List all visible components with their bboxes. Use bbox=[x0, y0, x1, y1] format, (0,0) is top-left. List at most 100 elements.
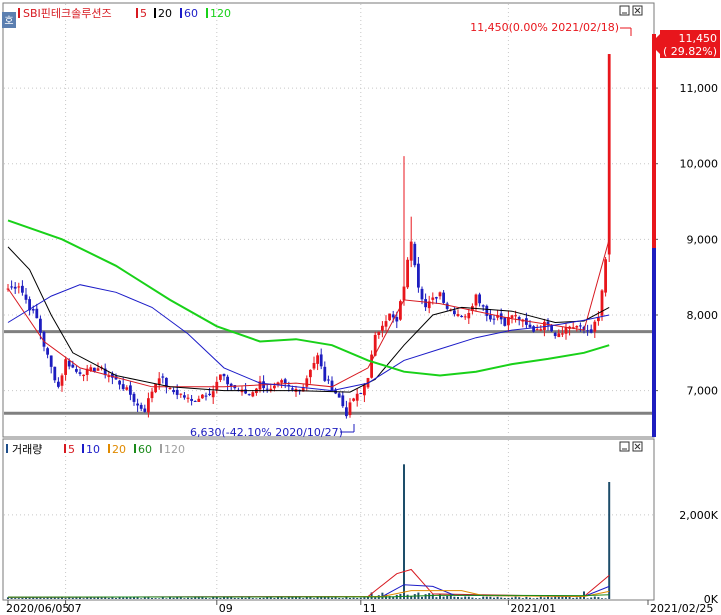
volume-bar bbox=[169, 597, 171, 599]
candle-body bbox=[291, 388, 294, 390]
candle-body bbox=[330, 380, 334, 391]
volume-legend-item-20: 20 bbox=[112, 443, 126, 456]
candle-body bbox=[204, 395, 208, 397]
volume-bar bbox=[536, 597, 539, 599]
candle-body bbox=[409, 241, 413, 261]
volume-bar bbox=[277, 597, 279, 599]
volume-bar bbox=[223, 597, 225, 599]
candle-body bbox=[492, 318, 496, 320]
candle-body bbox=[118, 380, 121, 385]
volume-bar bbox=[410, 596, 413, 599]
legend-swatch bbox=[160, 444, 162, 453]
volume-bar bbox=[313, 598, 315, 599]
volume-bar bbox=[215, 597, 218, 599]
candle-body bbox=[172, 390, 175, 393]
volume-bar bbox=[205, 597, 207, 599]
candle-body bbox=[381, 325, 384, 331]
price-panel-minimize-button[interactable] bbox=[619, 5, 630, 16]
date-tick-label: 09 bbox=[219, 602, 233, 615]
candle-body bbox=[460, 316, 463, 318]
price-tick-label: 10,000 bbox=[680, 158, 719, 171]
volume-bar bbox=[93, 597, 96, 599]
volume-bar bbox=[197, 597, 200, 599]
volume-bar bbox=[115, 598, 117, 599]
candle-body bbox=[183, 395, 186, 398]
candle-body bbox=[316, 355, 319, 364]
volume-panel-minimize-button[interactable] bbox=[619, 441, 630, 452]
last-price-change: ( 29.82%) bbox=[663, 45, 717, 58]
date-tick-label: 2021/01 bbox=[510, 602, 556, 615]
volume-bar bbox=[403, 464, 405, 599]
high-annotation: 11,450(0.00% 2021/02/18) bbox=[470, 21, 619, 34]
legend-swatch bbox=[134, 444, 136, 453]
volume-bar bbox=[208, 598, 211, 599]
volume-bar bbox=[363, 597, 366, 599]
volume-bar bbox=[586, 598, 589, 599]
volume-bar bbox=[165, 598, 168, 599]
volume-bar bbox=[158, 598, 161, 599]
candle-body bbox=[388, 313, 391, 321]
volume-bar bbox=[140, 598, 143, 599]
candle-body bbox=[532, 326, 535, 332]
candle-body bbox=[150, 391, 154, 399]
volume-bar bbox=[338, 597, 341, 599]
volume-bar bbox=[219, 597, 222, 599]
volume-bar bbox=[593, 596, 596, 599]
volume-bar bbox=[557, 596, 560, 599]
volume-axis: 0K2,000K bbox=[679, 509, 718, 606]
legend-item-120: 120 bbox=[210, 7, 231, 20]
stock-chart: 7,0008,0009,00010,00011,000 0K2,000K 202… bbox=[2, 2, 720, 615]
candle-body bbox=[453, 310, 456, 315]
candle-body bbox=[355, 393, 359, 401]
date-tick-label: 07 bbox=[68, 602, 82, 615]
candle-body bbox=[370, 354, 373, 378]
candle-body bbox=[179, 393, 183, 395]
volume-bar bbox=[511, 597, 513, 599]
candle-body bbox=[395, 317, 399, 322]
price-axis: 7,000 8,000 9,000 10,000 11,000 bbox=[654, 82, 718, 398]
candle-body bbox=[96, 368, 100, 371]
volume-bar bbox=[255, 598, 258, 599]
volume-bar bbox=[230, 597, 233, 599]
volume-bar bbox=[525, 596, 528, 599]
volume-bar bbox=[151, 598, 153, 599]
volume-bar bbox=[374, 597, 377, 599]
candle-body bbox=[75, 369, 78, 372]
candle-body bbox=[283, 379, 287, 384]
candle-body bbox=[190, 398, 193, 401]
volume-bar bbox=[550, 597, 553, 599]
volume-bar bbox=[43, 598, 45, 599]
candle-body bbox=[186, 397, 190, 399]
candle-body bbox=[319, 354, 323, 367]
candle-body bbox=[420, 288, 424, 300]
volume-bar bbox=[457, 596, 459, 599]
volume-bar bbox=[507, 597, 510, 599]
candle-body bbox=[39, 318, 42, 333]
volume-bar bbox=[331, 597, 333, 599]
volume-bar bbox=[262, 597, 265, 599]
candle-body bbox=[607, 54, 611, 255]
volume-bar bbox=[356, 597, 359, 599]
volume-bar bbox=[471, 597, 474, 599]
volume-bar bbox=[489, 596, 492, 599]
candle-body bbox=[445, 303, 449, 309]
candle-body bbox=[345, 407, 348, 417]
candle-body bbox=[175, 389, 179, 395]
volume-bar bbox=[201, 597, 204, 599]
candle-body bbox=[348, 402, 352, 416]
candle-body bbox=[273, 385, 276, 389]
candle-body bbox=[424, 299, 427, 308]
candle-body bbox=[589, 329, 593, 333]
volume-bar bbox=[572, 597, 575, 599]
candle-body bbox=[597, 317, 600, 322]
volume-bar bbox=[529, 597, 531, 599]
volume-bar bbox=[57, 597, 60, 599]
candle-body bbox=[132, 393, 136, 402]
volume-bar bbox=[64, 598, 67, 599]
candle-body bbox=[265, 388, 269, 390]
volume-bar bbox=[446, 596, 449, 599]
volume-bar bbox=[10, 597, 13, 599]
candle-body bbox=[82, 374, 85, 377]
candle-body bbox=[193, 400, 197, 402]
svg-text:호: 호 bbox=[4, 15, 13, 27]
